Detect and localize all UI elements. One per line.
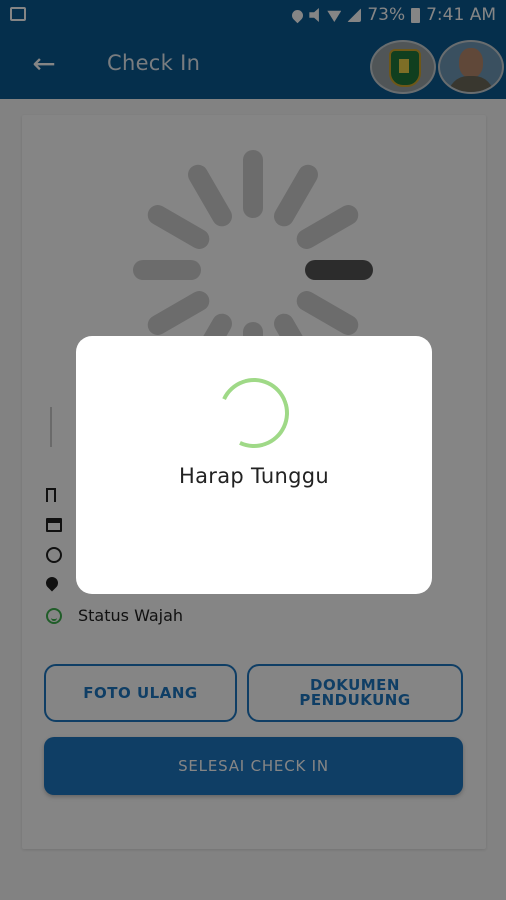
progress-spinner-icon [209,368,299,458]
loading-dialog: Harap Tunggu [76,336,432,594]
loading-message: Harap Tunggu [179,464,329,488]
